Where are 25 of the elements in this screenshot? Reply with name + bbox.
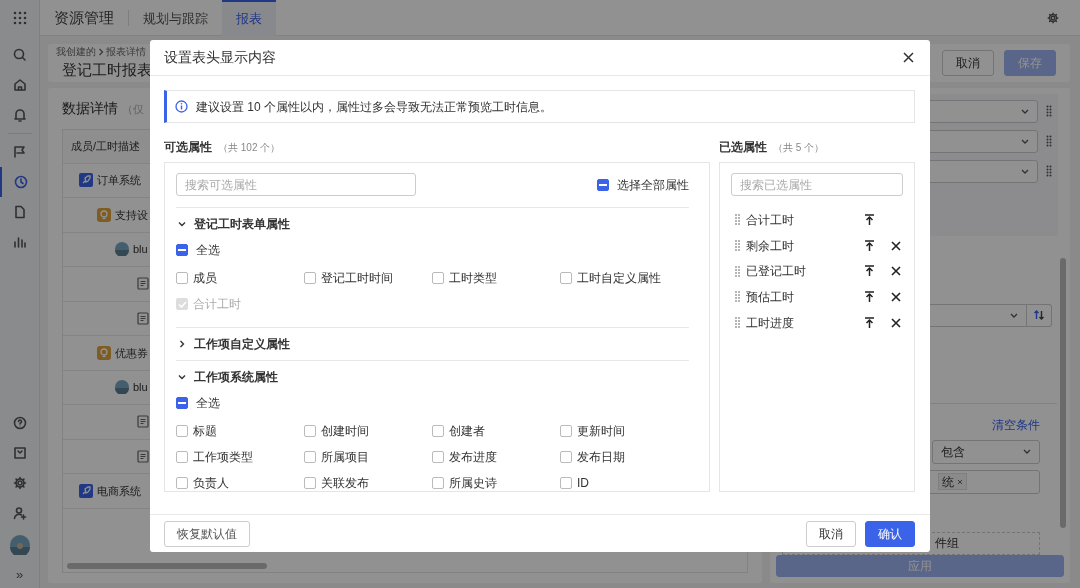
panel-title: 数据详情 [62,98,118,118]
table-cell-text: blu [133,380,148,395]
dialog-title: 设置表头显示内容 [164,48,276,67]
item-label: 预估工时 [746,288,795,306]
checkbox-label: 合计工时 [193,296,241,313]
table-cell-text: 订单系统 [97,173,141,188]
item-label: 已登记工时 [746,263,807,281]
table-cell-text: blu [133,242,148,257]
table-cell-text: 电商系统 [97,483,141,499]
table-cell-text: 支持设 [115,207,148,223]
section-title: 已选属性 [719,139,767,156]
group-title: 工作项自定义属性 [194,336,290,353]
select-value: 包含 [941,443,965,461]
count-label: （共 5 个） [773,141,825,155]
section-title: 可选属性 [164,139,212,156]
count-label: （共 102 个） [218,141,281,155]
column-header: 成员/工时描述 [71,138,141,154]
tag-label: 统 [942,473,954,491]
item-label: 合计工时 [746,211,795,229]
table-cell-text: 优惠券 [115,345,148,361]
item-label: 工时进度 [746,314,795,332]
alert-text: 建议设置 10 个属性以内，属性过多会导致无法正常预览工时信息。 [196,98,552,116]
group-title: 登记工时表单属性 [194,216,290,233]
item-label: 剩余工时 [746,237,795,255]
group-title: 工作项系统属性 [194,369,278,386]
